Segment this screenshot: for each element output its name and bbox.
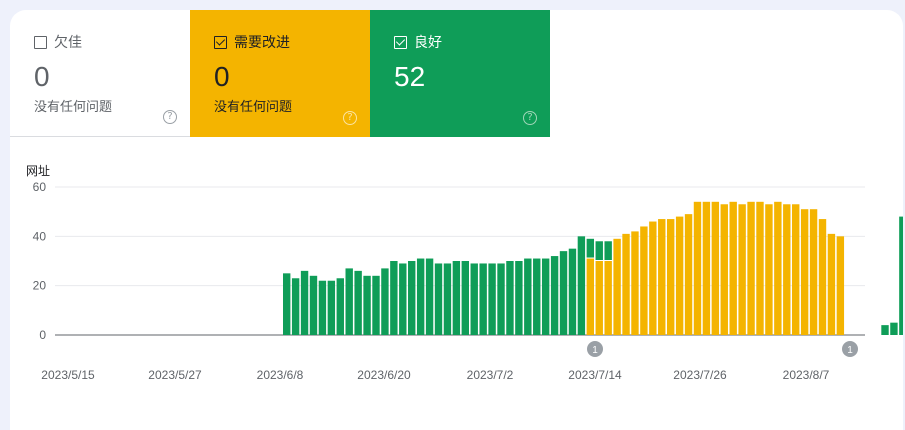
x-tick-label: 2023/8/7 (783, 368, 830, 382)
bar-needs-improvement (818, 219, 827, 335)
bar-good (890, 322, 898, 335)
bar-good (372, 275, 380, 335)
bar-needs-improvement (836, 236, 845, 335)
bar-needs-improvement (684, 214, 693, 335)
bar-needs-improvement (738, 204, 746, 335)
bar-needs-improvement (827, 233, 836, 335)
bar-needs-improvement (666, 219, 675, 335)
bar-good (568, 248, 577, 335)
bar-needs-improvement (729, 201, 737, 335)
bar-needs-improvement (586, 258, 595, 335)
bar-needs-improvement (640, 226, 648, 335)
bar-good (604, 241, 612, 260)
bar-good (363, 275, 371, 335)
bar-good (318, 280, 327, 335)
bar-good (327, 280, 336, 335)
bar-good (559, 251, 568, 335)
bar-good (425, 258, 434, 335)
bar-needs-improvement (649, 221, 657, 335)
bar-needs-improvement (756, 201, 764, 335)
urls-bar-chart: 网址 0 20 40 60 1 1 2023/5/15 2023/5/27 2023/6/8 202… (26, 164, 903, 382)
bar-good (309, 275, 318, 335)
bar-good (533, 258, 541, 335)
annotation-marker-label: 1 (592, 345, 598, 356)
x-tick-label: 2023/6/8 (257, 368, 304, 382)
bar-good (899, 216, 903, 335)
bar-needs-improvement (792, 204, 800, 335)
bar-good (470, 263, 478, 335)
x-tick-label: 2023/5/15 (41, 368, 95, 382)
bar-good (577, 236, 586, 335)
bar-needs-improvement (622, 233, 630, 335)
bar-good (354, 270, 362, 335)
annotation-marker-label: 1 (847, 345, 853, 356)
x-tick-label: 2023/7/14 (568, 368, 622, 382)
bar-good (291, 278, 300, 335)
bar-needs-improvement (720, 204, 728, 335)
bar-needs-improvement (604, 261, 612, 335)
core-web-vitals-card: 欠佳 0 没有任何问题 ? 需要改进 0 没有任何问题 ? 良好 52 ? 网址… (10, 10, 903, 430)
bar-needs-improvement (747, 201, 755, 335)
bar-needs-improvement (711, 201, 720, 335)
bar-good (345, 268, 353, 335)
bar-needs-improvement (658, 219, 666, 335)
bar-good (399, 263, 407, 335)
bar-good (461, 261, 469, 335)
y-axis-label: 网址 (26, 164, 50, 178)
bar-needs-improvement (809, 209, 818, 335)
bar-good (479, 263, 487, 335)
bar-good (595, 241, 603, 260)
bar-good (390, 261, 398, 335)
bar-good (497, 263, 505, 335)
bar-good (434, 263, 443, 335)
x-tick-label: 2023/7/2 (467, 368, 514, 382)
bar-needs-improvement (613, 238, 621, 335)
bar-good (515, 261, 523, 335)
bar-good (524, 258, 532, 335)
bar-needs-improvement (702, 201, 711, 335)
bar-good (416, 258, 425, 335)
x-tick-label: 2023/7/26 (673, 368, 727, 382)
bar-good (488, 263, 496, 335)
bar-needs-improvement (595, 261, 603, 335)
x-tick-label: 2023/6/20 (357, 368, 411, 382)
x-tick-label: 2023/5/27 (148, 368, 202, 382)
bar-needs-improvement (765, 204, 773, 335)
bar-good (300, 270, 309, 335)
bar-needs-improvement (774, 201, 782, 335)
y-tick-label: 60 (33, 180, 47, 194)
bar-good (283, 273, 291, 335)
y-tick-label: 0 (39, 328, 46, 342)
bar-good (381, 268, 389, 335)
bar-good (586, 238, 595, 258)
bar-needs-improvement (631, 231, 639, 335)
bar-good (550, 256, 559, 335)
bar-good (336, 278, 344, 335)
bar-needs-improvement (783, 204, 791, 335)
bar-good (443, 263, 452, 335)
bar-needs-improvement (800, 209, 809, 335)
bar-good (541, 258, 550, 335)
bar-good (881, 325, 889, 335)
y-tick-label: 40 (33, 229, 47, 243)
bar-good (506, 261, 514, 335)
bar-needs-improvement (675, 216, 684, 335)
bar-needs-improvement (693, 201, 702, 335)
y-tick-label: 20 (33, 279, 47, 293)
bar-good (452, 261, 461, 335)
bar-good (408, 261, 416, 335)
